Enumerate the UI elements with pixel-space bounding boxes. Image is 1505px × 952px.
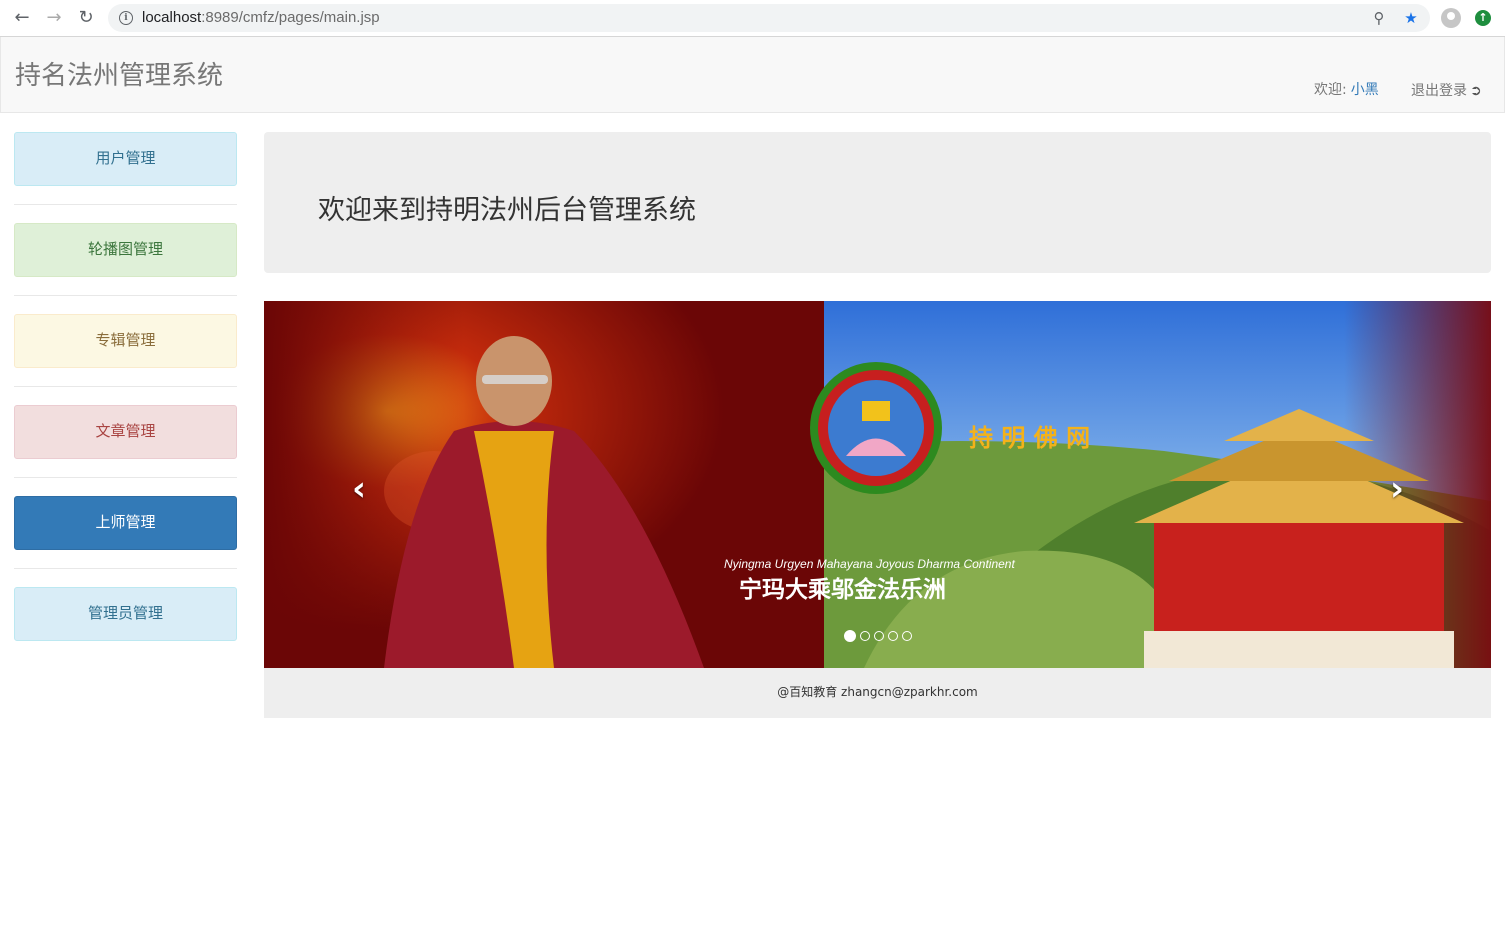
reload-icon[interactable]: ↻	[76, 8, 96, 28]
back-arrow-icon[interactable]: ←	[12, 8, 32, 28]
logout-label: 退出登录	[1411, 83, 1467, 99]
sidebar-divider	[14, 295, 237, 296]
sidebar-item-user-management[interactable]: 用户管理	[14, 132, 237, 186]
sidebar-item-carousel-management[interactable]: 轮播图管理	[14, 223, 237, 277]
zoom-icon[interactable]: ⚲	[1370, 9, 1388, 27]
sidebar-divider	[14, 386, 237, 387]
sidebar-divider	[14, 204, 237, 205]
app-navbar: 持名法州管理系统 欢迎: 小黑 退出登录 ➲	[0, 37, 1505, 113]
welcome-label: 欢迎:	[1314, 82, 1347, 98]
sidebar-divider	[14, 477, 237, 478]
url-host: localhost	[142, 9, 202, 26]
profile-avatar-icon[interactable]	[1441, 8, 1461, 28]
bookmark-star-icon[interactable]: ★	[1402, 9, 1420, 27]
sidebar-item-album-management[interactable]: 专辑管理	[14, 314, 237, 368]
welcome-jumbotron: 欢迎来到持明法州后台管理系统	[264, 132, 1491, 273]
banner-chinese-text: 宁玛大乘邬金法乐洲	[739, 576, 946, 603]
site-info-icon[interactable]: i	[119, 11, 133, 25]
update-icon[interactable]: ↑	[1475, 10, 1491, 26]
address-bar[interactable]: i localhost:8989/cmfz/pages/main.jsp ⚲ ★	[108, 4, 1430, 32]
forward-arrow-icon[interactable]: →	[44, 8, 64, 28]
sidebar-divider	[14, 568, 237, 569]
url-path: :8989/cmfz/pages/main.jsp	[201, 9, 380, 26]
carousel-indicator[interactable]	[874, 630, 884, 641]
sidebar-item-admin-management[interactable]: 管理员管理	[14, 587, 237, 641]
app-brand[interactable]: 持名法州管理系统	[15, 55, 223, 92]
banner-english-text: Nyingma Urgyen Mahayana Joyous Dharma Co…	[724, 557, 1015, 571]
page-footer: @百知教育 zhangcn@zparkhr.com	[264, 668, 1491, 718]
welcome-heading: 欢迎来到持明法州后台管理系统	[318, 195, 696, 226]
carousel-banner-image: 持 明 佛 网 Nyingma Urgyen Mahayana Joyous D…	[264, 301, 1491, 668]
chevron-left-icon[interactable]: ‹	[344, 471, 374, 507]
sidebar-item-guru-management[interactable]: 上师管理	[14, 496, 237, 550]
banner-brand-text: 持 明 佛 网	[969, 423, 1090, 452]
url-text: localhost:8989/cmfz/pages/main.jsp	[142, 9, 380, 26]
carousel-indicator[interactable]	[860, 630, 870, 641]
carousel[interactable]: 持 明 佛 网 Nyingma Urgyen Mahayana Joyous D…	[264, 301, 1491, 668]
carousel-indicators	[844, 625, 916, 642]
carousel-indicator[interactable]	[844, 629, 856, 642]
chevron-right-icon[interactable]: ›	[1382, 471, 1412, 507]
logout-link[interactable]: 退出登录 ➲	[1411, 80, 1482, 100]
browser-toolbar: ← → ↻ i localhost:8989/cmfz/pages/main.j…	[0, 0, 1505, 37]
sidebar-item-article-management[interactable]: 文章管理	[14, 405, 237, 459]
welcome-text: 欢迎: 小黑	[1314, 79, 1379, 99]
carousel-indicator[interactable]	[888, 630, 898, 641]
logout-icon: ➲	[1470, 83, 1482, 99]
footer-text: @百知教育 zhangcn@zparkhr.com	[777, 685, 978, 699]
carousel-indicator[interactable]	[902, 630, 912, 641]
sidebar: 用户管理 轮播图管理 专辑管理 文章管理 上师管理 管理员管理	[14, 132, 237, 641]
username-link[interactable]: 小黑	[1351, 82, 1379, 98]
